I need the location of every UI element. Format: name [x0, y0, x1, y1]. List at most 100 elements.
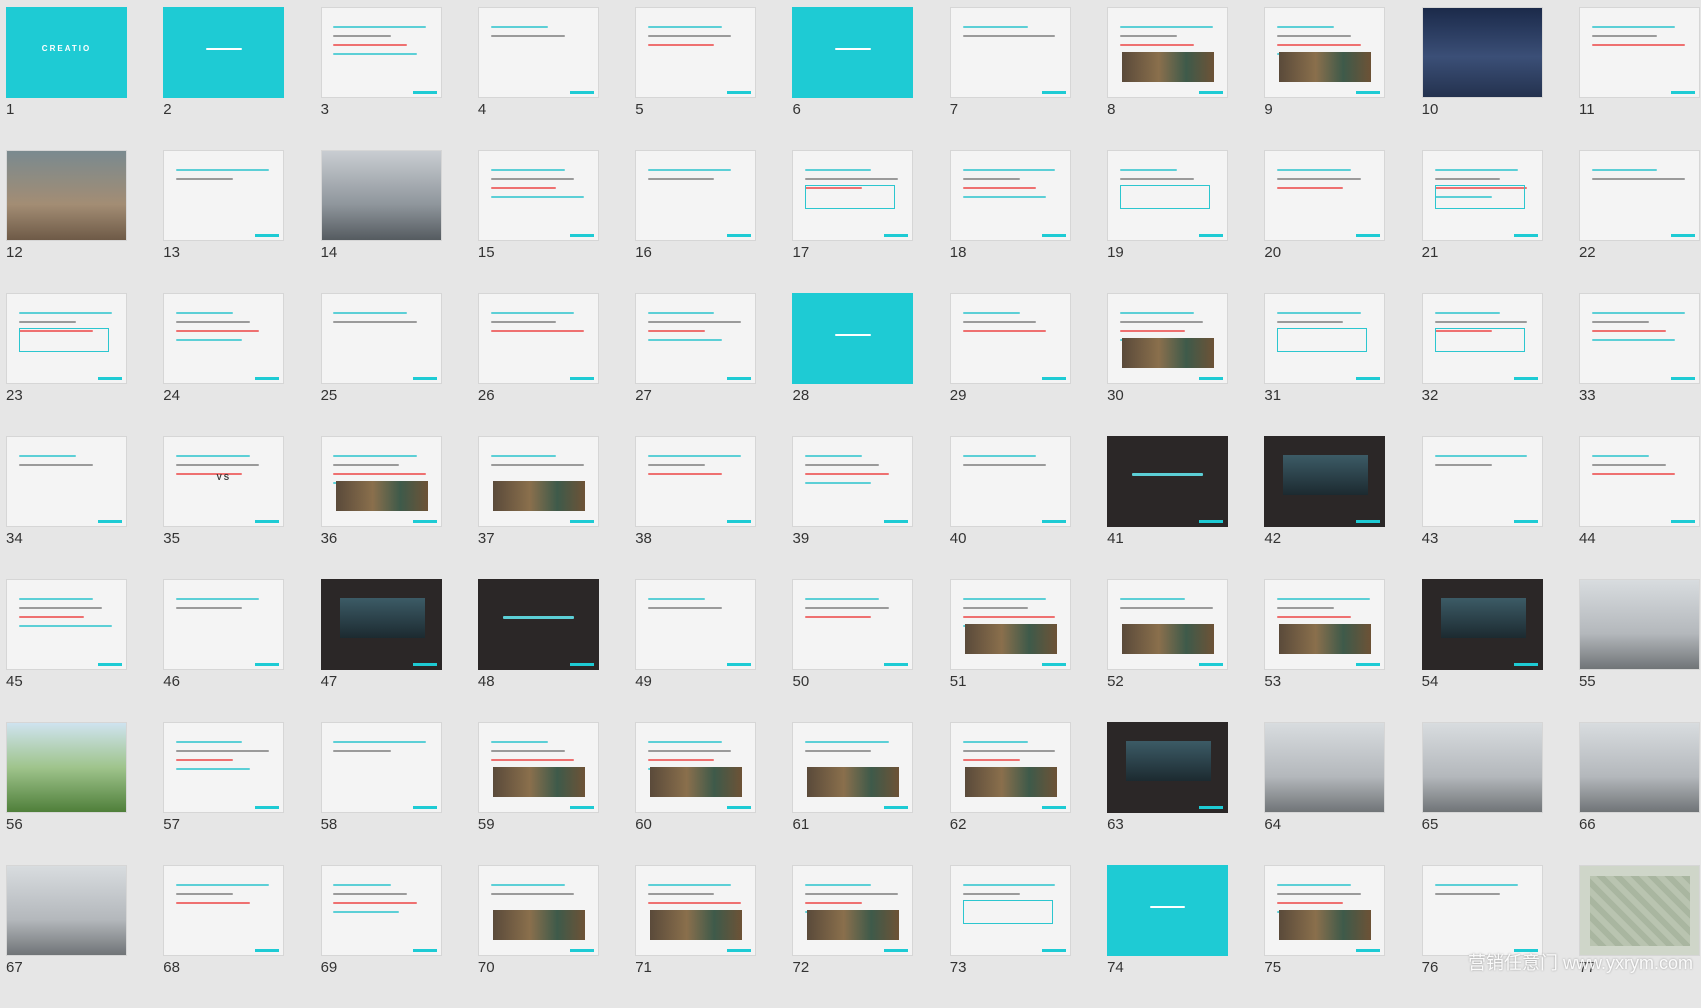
slide-thumbnail[interactable]	[1107, 150, 1229, 241]
slide-thumbnail[interactable]	[635, 7, 757, 98]
slide-thumbnail[interactable]	[949, 722, 1071, 813]
slide-thumbnail-cell[interactable]: 9	[1264, 7, 1386, 150]
slide-thumbnail-cell[interactable]: 16	[635, 150, 757, 293]
slide-thumbnail-cell[interactable]: 67	[6, 865, 127, 1008]
slide-thumbnail-cell[interactable]: 60	[635, 722, 757, 865]
slide-thumbnail[interactable]	[949, 579, 1071, 670]
slide-thumbnail[interactable]	[477, 579, 599, 670]
slide-thumbnail[interactable]	[1578, 865, 1700, 956]
slide-thumbnail[interactable]	[792, 579, 914, 670]
slide-thumbnail[interactable]	[1264, 579, 1386, 670]
slide-thumbnail[interactable]	[1578, 579, 1700, 670]
slide-thumbnail-cell[interactable]: 36	[320, 436, 442, 579]
slide-thumbnail-cell[interactable]: 58	[320, 722, 442, 865]
slide-thumbnail[interactable]	[1421, 150, 1543, 241]
slide-thumbnail-cell[interactable]: 43	[1421, 436, 1543, 579]
slide-thumbnail-cell[interactable]: 17	[792, 150, 914, 293]
slide-thumbnail[interactable]	[635, 436, 757, 527]
slide-thumbnail-cell[interactable]: VS 35	[163, 436, 285, 579]
slide-thumbnail-cell[interactable]: 48	[477, 579, 599, 722]
slide-thumbnail-cell[interactable]: 61	[792, 722, 914, 865]
slide-thumbnail[interactable]	[635, 293, 757, 384]
slide-thumbnail-cell[interactable]: 70	[477, 865, 599, 1008]
slide-thumbnail-cell[interactable]: 26	[477, 293, 599, 436]
slide-thumbnail[interactable]	[163, 579, 285, 670]
slide-thumbnail[interactable]: VS	[163, 436, 285, 527]
slide-thumbnail[interactable]	[477, 293, 599, 384]
slide-thumbnail-cell[interactable]: 62	[949, 722, 1071, 865]
slide-thumbnail[interactable]	[320, 293, 442, 384]
slide-thumbnail-cell[interactable]: 50	[792, 579, 914, 722]
slide-thumbnail-cell[interactable]: 77	[1578, 865, 1700, 1008]
slide-thumbnail[interactable]	[163, 293, 285, 384]
slide-thumbnail[interactable]	[320, 865, 442, 956]
slide-thumbnail-cell[interactable]: 14	[320, 150, 442, 293]
slide-thumbnail[interactable]	[949, 150, 1071, 241]
slide-thumbnail-cell[interactable]: 39	[792, 436, 914, 579]
slide-thumbnail-cell[interactable]: 3	[320, 7, 442, 150]
slide-thumbnail[interactable]	[477, 7, 599, 98]
slide-thumbnail[interactable]	[1264, 7, 1386, 98]
slide-thumbnail[interactable]	[1107, 7, 1229, 98]
slide-thumbnail-cell[interactable]: 10	[1421, 7, 1543, 150]
slide-thumbnail[interactable]	[635, 579, 757, 670]
slide-thumbnail-cell[interactable]: 66	[1578, 722, 1700, 865]
slide-thumbnail-cell[interactable]: 25	[320, 293, 442, 436]
slide-thumbnail-cell[interactable]: 52	[1107, 579, 1229, 722]
slide-thumbnail[interactable]	[949, 7, 1071, 98]
slide-thumbnail[interactable]	[1107, 436, 1229, 527]
slide-thumbnail[interactable]	[1264, 293, 1386, 384]
slide-thumbnail[interactable]	[6, 722, 127, 813]
slide-thumbnail-cell[interactable]: 6	[792, 7, 914, 150]
slide-thumbnail[interactable]	[163, 722, 285, 813]
slide-thumbnail-cell[interactable]: 7	[949, 7, 1071, 150]
slide-thumbnail-cell[interactable]: 34	[6, 436, 127, 579]
slide-thumbnail-cell[interactable]: 57	[163, 722, 285, 865]
slide-thumbnail[interactable]	[1264, 865, 1386, 956]
slide-thumbnail-cell[interactable]: 11	[1578, 7, 1700, 150]
slide-thumbnail[interactable]	[1264, 150, 1386, 241]
slide-thumbnail-cell[interactable]: 64	[1264, 722, 1386, 865]
slide-thumbnail[interactable]	[477, 150, 599, 241]
slide-thumbnail-cell[interactable]: 56	[6, 722, 127, 865]
slide-thumbnail-cell[interactable]: 15	[477, 150, 599, 293]
slide-thumbnail[interactable]	[6, 436, 127, 527]
slide-thumbnail-cell[interactable]: 54	[1421, 579, 1543, 722]
slide-thumbnail-cell[interactable]: 32	[1421, 293, 1543, 436]
slide-thumbnail[interactable]	[792, 436, 914, 527]
slide-thumbnail[interactable]	[477, 436, 599, 527]
slide-thumbnail[interactable]	[6, 293, 127, 384]
slide-thumbnail[interactable]	[1578, 436, 1700, 527]
slide-thumbnail-cell[interactable]: 20	[1264, 150, 1386, 293]
slide-thumbnail-cell[interactable]: 19	[1107, 150, 1229, 293]
slide-thumbnail-cell[interactable]: 30	[1107, 293, 1229, 436]
slide-thumbnail-cell[interactable]: 27	[635, 293, 757, 436]
slide-thumbnail-cell[interactable]: 28	[792, 293, 914, 436]
slide-thumbnail[interactable]	[6, 865, 127, 956]
slide-thumbnail-cell[interactable]: CREATIO 1	[6, 7, 127, 150]
slide-thumbnail[interactable]	[1264, 436, 1386, 527]
slide-thumbnail-cell[interactable]: 23	[6, 293, 127, 436]
slide-thumbnail-cell[interactable]: 55	[1578, 579, 1700, 722]
slide-thumbnail[interactable]	[1107, 722, 1229, 813]
slide-thumbnail-cell[interactable]: 31	[1264, 293, 1386, 436]
slide-thumbnail[interactable]	[1264, 722, 1386, 813]
slide-thumbnail[interactable]	[1421, 722, 1543, 813]
slide-thumbnail-cell[interactable]: 21	[1421, 150, 1543, 293]
slide-thumbnail[interactable]	[949, 436, 1071, 527]
slide-thumbnail-cell[interactable]: 68	[163, 865, 285, 1008]
slide-thumbnail[interactable]	[6, 579, 127, 670]
slide-thumbnail-cell[interactable]: 46	[163, 579, 285, 722]
slide-thumbnail-cell[interactable]: 72	[792, 865, 914, 1008]
slide-thumbnail[interactable]	[163, 865, 285, 956]
slide-thumbnail[interactable]	[635, 865, 757, 956]
slide-thumbnail[interactable]	[949, 293, 1071, 384]
slide-thumbnail[interactable]	[320, 7, 442, 98]
slide-thumbnail[interactable]	[1421, 7, 1543, 98]
slide-thumbnail-cell[interactable]: 37	[477, 436, 599, 579]
slide-thumbnail-cell[interactable]: 69	[320, 865, 442, 1008]
slide-thumbnail-cell[interactable]: 42	[1264, 436, 1386, 579]
slide-thumbnail-cell[interactable]: 53	[1264, 579, 1386, 722]
slide-thumbnail[interactable]	[477, 722, 599, 813]
slide-thumbnail[interactable]	[1421, 579, 1543, 670]
